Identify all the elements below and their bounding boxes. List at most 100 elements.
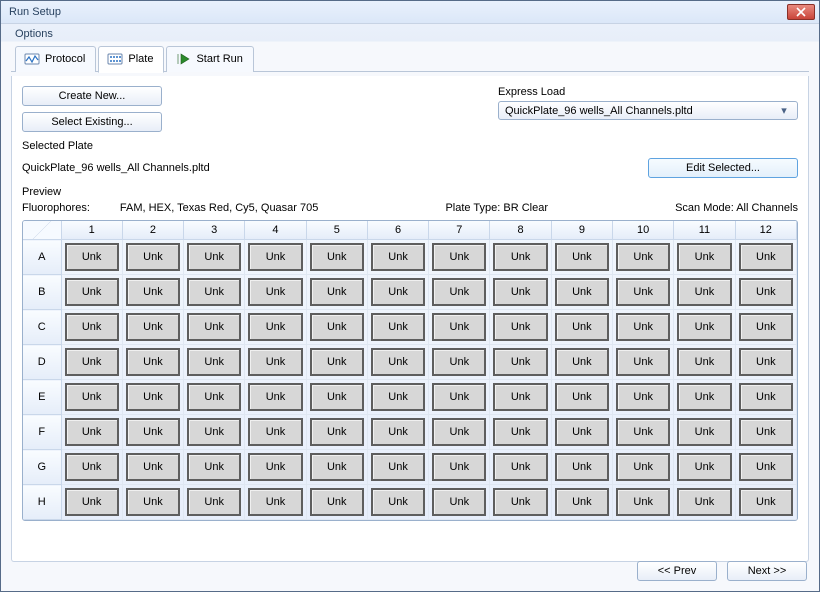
well-cell[interactable]: Unk	[432, 383, 486, 411]
well-cell[interactable]: Unk	[616, 418, 670, 446]
well-cell[interactable]: Unk	[616, 278, 670, 306]
well-cell[interactable]: Unk	[677, 383, 731, 411]
close-button[interactable]	[787, 4, 815, 20]
well-cell[interactable]: Unk	[371, 243, 425, 271]
well-cell[interactable]: Unk	[677, 313, 731, 341]
well-cell[interactable]: Unk	[126, 418, 180, 446]
column-header[interactable]: 3	[184, 221, 245, 240]
create-new-button[interactable]: Create New...	[22, 86, 162, 106]
well-cell[interactable]: Unk	[248, 313, 302, 341]
well-cell[interactable]: Unk	[555, 488, 609, 516]
edit-selected-button[interactable]: Edit Selected...	[648, 158, 798, 178]
column-header[interactable]: 4	[245, 221, 306, 240]
well-cell[interactable]: Unk	[126, 348, 180, 376]
well-cell[interactable]: Unk	[248, 383, 302, 411]
column-header[interactable]: 5	[306, 221, 367, 240]
column-header[interactable]: 11	[674, 221, 735, 240]
express-load-combo[interactable]: QuickPlate_96 wells_All Channels.pltd ▾	[498, 101, 798, 120]
well-cell[interactable]: Unk	[126, 313, 180, 341]
well-cell[interactable]: Unk	[371, 313, 425, 341]
well-cell[interactable]: Unk	[677, 453, 731, 481]
well-cell[interactable]: Unk	[739, 383, 793, 411]
row-header[interactable]: G	[23, 450, 61, 485]
well-cell[interactable]: Unk	[310, 313, 364, 341]
well-cell[interactable]: Unk	[739, 278, 793, 306]
well-cell[interactable]: Unk	[371, 488, 425, 516]
well-cell[interactable]: Unk	[493, 453, 547, 481]
column-header[interactable]: 1	[61, 221, 122, 240]
next-button[interactable]: Next >>	[727, 561, 807, 581]
select-existing-button[interactable]: Select Existing...	[22, 112, 162, 132]
well-cell[interactable]: Unk	[126, 453, 180, 481]
row-header[interactable]: H	[23, 485, 61, 520]
well-cell[interactable]: Unk	[432, 453, 486, 481]
well-cell[interactable]: Unk	[555, 243, 609, 271]
well-cell[interactable]: Unk	[248, 418, 302, 446]
well-cell[interactable]: Unk	[432, 488, 486, 516]
well-cell[interactable]: Unk	[310, 453, 364, 481]
well-cell[interactable]: Unk	[616, 348, 670, 376]
row-header[interactable]: F	[23, 415, 61, 450]
row-header[interactable]: A	[23, 240, 61, 275]
well-cell[interactable]: Unk	[248, 453, 302, 481]
well-cell[interactable]: Unk	[432, 278, 486, 306]
menu-options[interactable]: Options	[15, 28, 53, 40]
well-cell[interactable]: Unk	[187, 278, 241, 306]
well-cell[interactable]: Unk	[187, 383, 241, 411]
well-cell[interactable]: Unk	[432, 348, 486, 376]
well-cell[interactable]: Unk	[310, 278, 364, 306]
well-cell[interactable]: Unk	[248, 278, 302, 306]
well-cell[interactable]: Unk	[126, 278, 180, 306]
well-cell[interactable]: Unk	[739, 418, 793, 446]
well-cell[interactable]: Unk	[310, 348, 364, 376]
well-cell[interactable]: Unk	[371, 383, 425, 411]
tab-plate[interactable]: Plate	[98, 46, 164, 73]
column-header[interactable]: 9	[551, 221, 612, 240]
well-cell[interactable]: Unk	[739, 313, 793, 341]
well-cell[interactable]: Unk	[555, 348, 609, 376]
column-header[interactable]: 2	[122, 221, 183, 240]
column-header[interactable]: 10	[613, 221, 674, 240]
well-cell[interactable]: Unk	[739, 348, 793, 376]
tab-start-run[interactable]: Start Run	[166, 46, 253, 72]
column-header[interactable]: 12	[735, 221, 796, 240]
row-header[interactable]: B	[23, 275, 61, 310]
well-cell[interactable]: Unk	[187, 313, 241, 341]
well-cell[interactable]: Unk	[493, 243, 547, 271]
well-cell[interactable]: Unk	[493, 313, 547, 341]
tab-protocol[interactable]: Protocol	[15, 46, 96, 72]
well-cell[interactable]: Unk	[432, 418, 486, 446]
well-cell[interactable]: Unk	[677, 488, 731, 516]
well-cell[interactable]: Unk	[677, 278, 731, 306]
well-cell[interactable]: Unk	[65, 418, 119, 446]
well-cell[interactable]: Unk	[65, 313, 119, 341]
well-cell[interactable]: Unk	[555, 453, 609, 481]
well-cell[interactable]: Unk	[493, 383, 547, 411]
well-cell[interactable]: Unk	[248, 348, 302, 376]
plate-corner-cell[interactable]	[23, 221, 61, 240]
row-header[interactable]: D	[23, 345, 61, 380]
well-cell[interactable]: Unk	[555, 313, 609, 341]
well-cell[interactable]: Unk	[310, 418, 364, 446]
well-cell[interactable]: Unk	[493, 488, 547, 516]
well-cell[interactable]: Unk	[739, 488, 793, 516]
well-cell[interactable]: Unk	[493, 278, 547, 306]
well-cell[interactable]: Unk	[187, 488, 241, 516]
well-cell[interactable]: Unk	[371, 453, 425, 481]
well-cell[interactable]: Unk	[371, 348, 425, 376]
well-cell[interactable]: Unk	[65, 278, 119, 306]
well-cell[interactable]: Unk	[187, 453, 241, 481]
well-cell[interactable]: Unk	[739, 243, 793, 271]
well-cell[interactable]: Unk	[310, 243, 364, 271]
well-cell[interactable]: Unk	[126, 383, 180, 411]
well-cell[interactable]: Unk	[126, 243, 180, 271]
well-cell[interactable]: Unk	[187, 243, 241, 271]
well-cell[interactable]: Unk	[555, 278, 609, 306]
well-cell[interactable]: Unk	[65, 383, 119, 411]
well-cell[interactable]: Unk	[739, 453, 793, 481]
well-cell[interactable]: Unk	[65, 243, 119, 271]
well-cell[interactable]: Unk	[555, 418, 609, 446]
well-cell[interactable]: Unk	[310, 383, 364, 411]
well-cell[interactable]: Unk	[616, 488, 670, 516]
well-cell[interactable]: Unk	[555, 383, 609, 411]
